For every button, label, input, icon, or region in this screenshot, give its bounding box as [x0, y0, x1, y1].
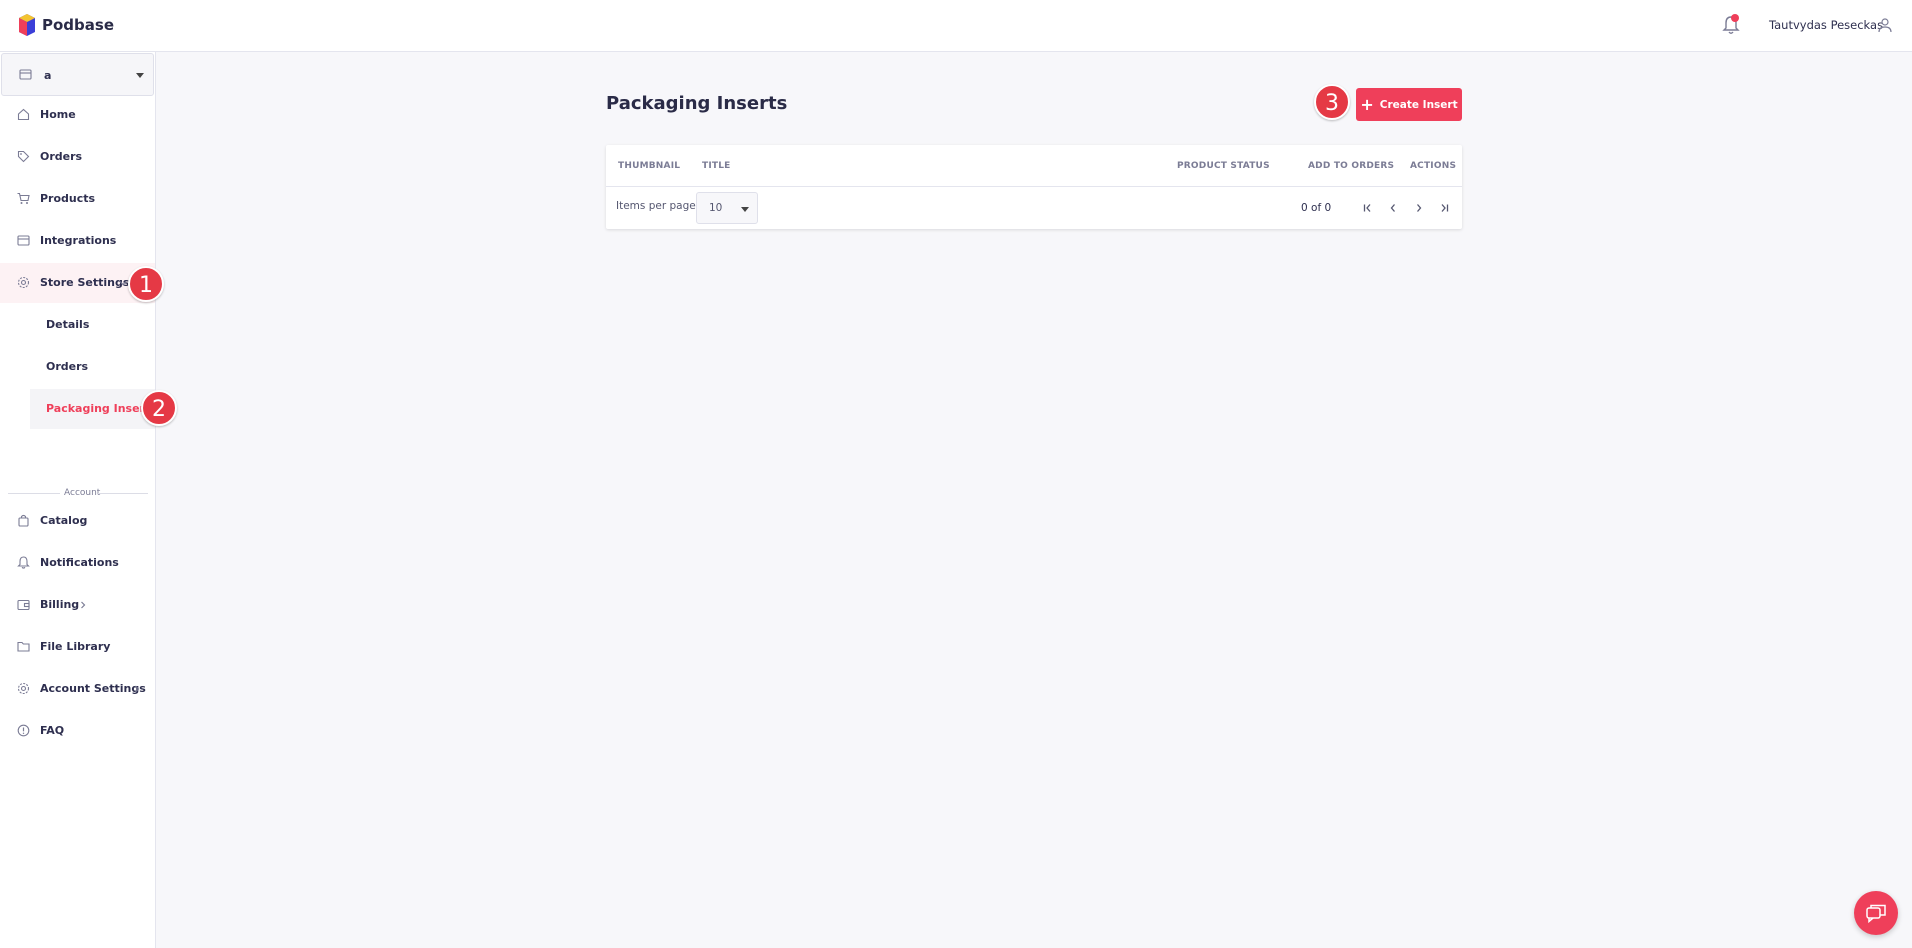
wallet-icon [17, 599, 30, 611]
cart-icon [17, 192, 30, 204]
store-selector[interactable]: a [1, 53, 154, 96]
sidebar-item-label: Home [40, 108, 76, 121]
sidebar-item-label: FAQ [40, 724, 65, 737]
brand-name: Podbase [42, 16, 114, 34]
gear-icon [17, 682, 30, 695]
step-marker-3: 3 [1314, 84, 1350, 120]
user-icon[interactable] [1877, 17, 1893, 33]
sidebar-item-home[interactable]: Home [0, 95, 155, 135]
sidebar-item-label: File Library [40, 640, 111, 653]
sidebar-item-label: Store Settings [40, 276, 130, 289]
tag-icon [17, 150, 30, 163]
notification-badge [1731, 14, 1739, 22]
last-page-icon[interactable] [1436, 200, 1452, 216]
sidebar-item-file-library[interactable]: File Library [0, 627, 155, 667]
table-header: THUMBNAIL TITLE PRODUCT STATUS ADD TO OR… [606, 145, 1462, 187]
sidebar-subitem-label: Details [46, 318, 90, 331]
items-per-page-label: Items per page: [616, 200, 700, 212]
home-icon [17, 108, 30, 121]
chevron-down-icon [136, 73, 144, 78]
step-marker-1: 1 [128, 266, 164, 302]
info-icon [17, 724, 30, 737]
sidebar-item-account-settings[interactable]: Account Settings [0, 669, 155, 709]
user-name[interactable]: Tautvydas Peseckas [1769, 18, 1883, 32]
sidebar-item-integrations[interactable]: Integrations [0, 221, 155, 261]
first-page-icon[interactable] [1360, 200, 1376, 216]
chevron-down-icon [741, 207, 749, 212]
sidebar-item-billing[interactable]: Billing [0, 585, 155, 625]
sidebar-subitem-orders[interactable]: Orders [30, 347, 155, 387]
items-per-page-value: 10 [709, 202, 723, 214]
column-header-title: TITLE [702, 161, 731, 171]
sidebar-item-label: Account Settings [40, 682, 146, 695]
sidebar-subitem-details[interactable]: Details [30, 305, 155, 345]
pagination-range: 0 of 0 [1301, 202, 1332, 214]
column-header-product-status: PRODUCT STATUS [1177, 161, 1270, 171]
sidebar: a Home Orders Products Integrations Stor… [0, 52, 157, 948]
store-icon [17, 235, 30, 246]
bag-icon [18, 514, 29, 527]
previous-page-icon[interactable] [1385, 200, 1401, 216]
sidebar-item-notifications[interactable]: Notifications [0, 543, 155, 583]
sidebar-item-faq[interactable]: FAQ [0, 711, 155, 751]
column-header-add-to-orders: ADD TO ORDERS [1308, 161, 1395, 171]
sidebar-item-catalog[interactable]: Catalog [0, 501, 155, 541]
sidebar-item-label: Products [40, 192, 96, 205]
top-bar: Podbase Tautvydas Peseckas [0, 0, 1912, 52]
section-label-account: Account [62, 488, 103, 498]
sidebar-item-products[interactable]: Products [0, 179, 155, 219]
chat-icon [1866, 904, 1886, 924]
section-divider [8, 493, 60, 494]
chat-widget-button[interactable] [1854, 891, 1898, 935]
chevron-right-icon [81, 601, 86, 609]
logo[interactable]: Podbase [18, 13, 114, 37]
store-selector-value: a [44, 69, 52, 82]
chevron-right-icon [135, 685, 140, 693]
sidebar-subitem-label: Orders [46, 360, 89, 373]
plus-icon: + [1360, 94, 1374, 114]
sidebar-item-label: Billing [40, 598, 80, 611]
page-title: Packaging Inserts [606, 93, 788, 114]
bell-icon [17, 556, 30, 569]
sidebar-subitem-packaging-inserts[interactable]: Packaging Inserts [30, 389, 157, 429]
sidebar-item-label: Orders [40, 150, 83, 163]
step-marker-2: 2 [141, 390, 177, 426]
store-icon [19, 69, 32, 80]
folder-icon [17, 641, 30, 652]
create-insert-button-label: Create Insert [1379, 98, 1458, 111]
gear-icon [17, 276, 30, 289]
section-divider [98, 493, 148, 494]
items-per-page-select[interactable]: 10 [696, 192, 758, 224]
sidebar-item-label: Notifications [40, 556, 119, 569]
sidebar-item-label: Integrations [40, 234, 117, 247]
chevron-down-icon [119, 281, 127, 286]
column-header-actions: ACTIONS [1410, 161, 1457, 171]
create-insert-button[interactable]: + Create Insert [1356, 88, 1462, 121]
podbase-logo-icon [19, 14, 35, 36]
next-page-icon[interactable] [1411, 200, 1427, 216]
column-header-thumbnail: THUMBNAIL [618, 161, 681, 171]
sidebar-item-orders[interactable]: Orders [0, 137, 155, 177]
sidebar-item-label: Catalog [40, 514, 88, 527]
packaging-inserts-table: THUMBNAIL TITLE PRODUCT STATUS ADD TO OR… [606, 145, 1462, 229]
